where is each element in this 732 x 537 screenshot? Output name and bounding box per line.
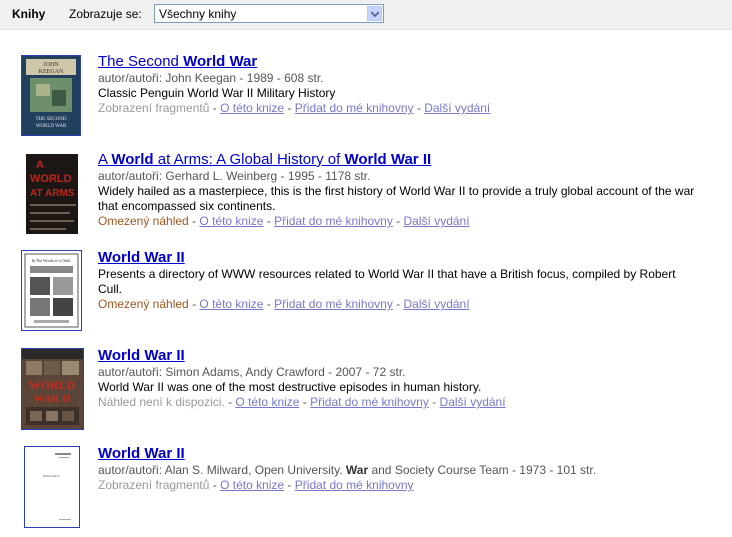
cover-text: World War II bbox=[43, 474, 60, 478]
book-cover[interactable]: World War II bbox=[24, 446, 80, 528]
book-meta: autor/autoři: Alan S. Milward, Open Univ… bbox=[98, 463, 597, 477]
other-editions-link[interactable]: Další vydání bbox=[404, 297, 470, 311]
book-description: Presents a directory of WWW resources re… bbox=[98, 267, 676, 296]
top-bar: Knihy Zobrazuje se: Všechny knihy bbox=[0, 0, 732, 30]
add-to-library-link[interactable]: Přidat do mé knihovny bbox=[274, 214, 393, 228]
book-title[interactable]: World War II bbox=[98, 347, 185, 364]
book-links: Zobrazení fragmentů - O této knize - Při… bbox=[98, 101, 491, 115]
cover-text: WORLD WAR bbox=[36, 124, 67, 129]
preview-label: Zobrazení fragmentů bbox=[98, 101, 210, 115]
add-to-library-link[interactable]: Přidat do mé knihovny bbox=[310, 395, 429, 409]
cover-text: WORLD bbox=[30, 173, 72, 185]
book-links: Omezený náhled - O této knize - Přidat d… bbox=[98, 297, 470, 311]
book-info: The Second World War autor/autoři: John … bbox=[98, 52, 698, 116]
cover-text: JOHN bbox=[43, 62, 59, 68]
add-to-library-link[interactable]: Přidat do mé knihovny bbox=[295, 101, 414, 115]
showing-label: Zobrazuje se: bbox=[69, 7, 142, 21]
filter-select[interactable]: Všechny knihy bbox=[154, 4, 384, 23]
add-to-library-link[interactable]: Přidat do mé knihovny bbox=[295, 478, 414, 492]
other-editions-link[interactable]: Další vydání bbox=[404, 214, 470, 228]
book-cover[interactable]: A WORLD AT ARMS bbox=[25, 153, 79, 235]
preview-label: Omezený náhled bbox=[98, 297, 189, 311]
book-description: Classic Penguin World War II Military Hi… bbox=[98, 86, 336, 100]
cover-text: WAR II bbox=[34, 393, 71, 405]
filter-value: Všechny knihy bbox=[159, 7, 237, 21]
book-cover[interactable]: WORLD WAR II bbox=[21, 348, 84, 430]
book-title[interactable]: World War II bbox=[98, 249, 185, 266]
book-meta: autor/autoři: John Keegan - 1989 - 608 s… bbox=[98, 71, 324, 85]
about-book-link[interactable]: O této knize bbox=[220, 101, 284, 115]
cover-text: WORLD bbox=[29, 378, 76, 392]
about-book-link[interactable]: O této knize bbox=[199, 297, 263, 311]
cover-text: A bbox=[36, 159, 44, 171]
book-info: World War II Presents a directory of WWW… bbox=[98, 248, 698, 312]
book-meta: autor/autoři: Simon Adams, Andy Crawford… bbox=[98, 365, 406, 379]
book-title[interactable]: A World at Arms: A Global History of Wor… bbox=[98, 151, 431, 168]
book-links: Zobrazení fragmentů - O této knize - Při… bbox=[98, 478, 414, 492]
cover-text: KEEGAN bbox=[39, 69, 64, 75]
cover-text: In The Words of a Child bbox=[32, 258, 71, 263]
book-title[interactable]: The Second World War bbox=[98, 53, 257, 70]
book-title[interactable]: World War II bbox=[98, 445, 185, 462]
book-meta: autor/autoři: Gerhard L. Weinberg - 1995… bbox=[98, 169, 371, 183]
book-cover[interactable]: JOHN KEEGAN THE SECOND WORLD WAR bbox=[21, 55, 81, 136]
preview-label: Náhled není k dispozici. bbox=[98, 395, 225, 409]
cover-text: AT ARMS bbox=[30, 188, 75, 199]
about-book-link[interactable]: O této knize bbox=[199, 214, 263, 228]
chevron-down-icon[interactable] bbox=[367, 6, 382, 21]
section-label: Knihy bbox=[12, 7, 46, 21]
book-description: World War II was one of the most destruc… bbox=[98, 380, 482, 394]
cover-text: THE SECOND bbox=[36, 117, 67, 122]
about-book-link[interactable]: O této knize bbox=[220, 478, 284, 492]
book-info: World War II autor/autoři: Alan S. Milwa… bbox=[98, 444, 698, 493]
book-links: Náhled není k dispozici. - O této knize … bbox=[98, 395, 506, 409]
preview-label: Omezený náhled bbox=[98, 214, 189, 228]
book-cover[interactable]: In The Words of a Child bbox=[21, 250, 82, 331]
other-editions-link[interactable]: Další vydání bbox=[424, 101, 490, 115]
book-links: Omezený náhled - O této knize - Přidat d… bbox=[98, 214, 470, 228]
book-info: World War II autor/autoři: Simon Adams, … bbox=[98, 346, 698, 410]
about-book-link[interactable]: O této knize bbox=[235, 395, 299, 409]
preview-label: Zobrazení fragmentů bbox=[98, 478, 210, 492]
book-info: A World at Arms: A Global History of Wor… bbox=[98, 150, 698, 229]
book-description: Widely hailed as a masterpiece, this is … bbox=[98, 184, 695, 213]
other-editions-link[interactable]: Další vydání bbox=[440, 395, 506, 409]
add-to-library-link[interactable]: Přidat do mé knihovny bbox=[274, 297, 393, 311]
